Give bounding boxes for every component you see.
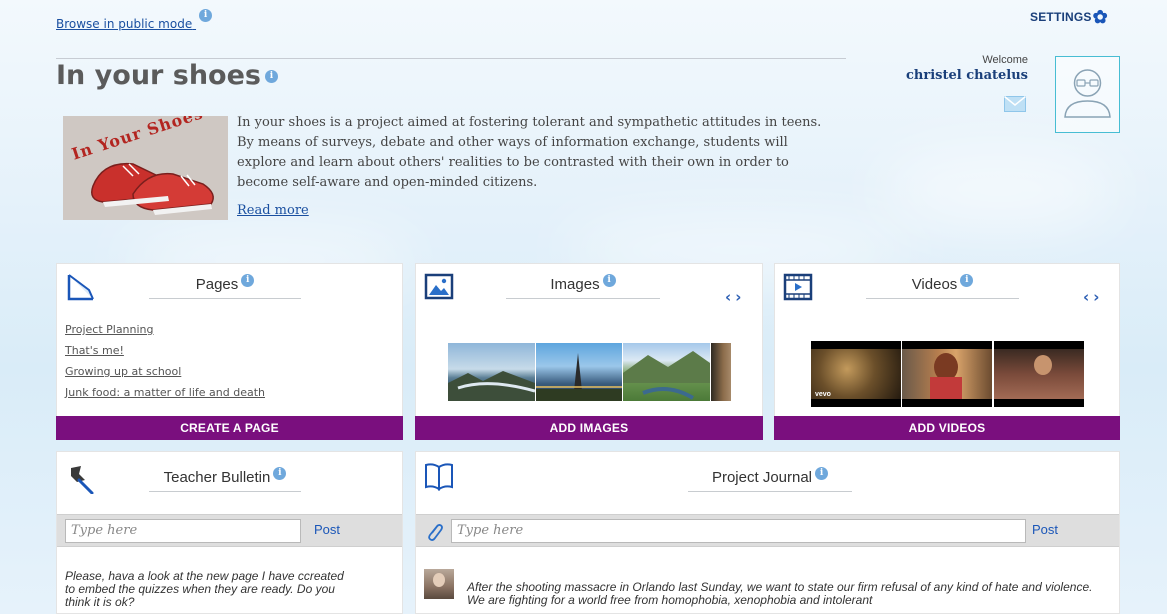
- journal-input[interactable]: Type here: [451, 519, 1026, 543]
- envelope-icon[interactable]: [1004, 96, 1026, 112]
- avatar: [424, 569, 454, 599]
- page-link-thats-me[interactable]: That's me!: [65, 340, 265, 361]
- videos-card-header: Videos i ‹›: [775, 264, 1119, 308]
- gear-icon: ✿: [1092, 7, 1108, 27]
- pages-card-title: Pages i: [149, 274, 301, 299]
- bulletin-card-title: Teacher Bulletin i: [149, 467, 301, 492]
- image-thumbnail[interactable]: [536, 343, 622, 401]
- pushpin-icon: [71, 466, 94, 494]
- info-icon[interactable]: i: [960, 274, 974, 287]
- page-link-project-planning[interactable]: Project Planning: [65, 319, 265, 340]
- welcome-label: Welcome: [982, 54, 1028, 66]
- browse-public-mode-link[interactable]: Browse in public mode i: [56, 9, 213, 31]
- add-videos-button[interactable]: ADD VIDEOS: [774, 416, 1120, 440]
- page-link-growing-up[interactable]: Growing up at school: [65, 361, 265, 382]
- user-avatar-icon: [1064, 69, 1111, 118]
- settings-button[interactable]: SETTINGS✿: [1030, 7, 1108, 27]
- page-icon: [67, 274, 94, 301]
- add-images-button[interactable]: ADD IMAGES: [415, 416, 763, 440]
- info-icon[interactable]: i: [241, 274, 255, 287]
- images-carousel-arrows: ‹›: [725, 288, 745, 306]
- videos-carousel-arrows: ‹›: [1083, 288, 1103, 306]
- pages-card-header: Pages i: [57, 264, 402, 308]
- journal-post-button[interactable]: Post: [1032, 522, 1058, 537]
- read-more-link[interactable]: Read more: [237, 203, 309, 218]
- videos-card-title: Videos i: [866, 274, 1019, 299]
- image-thumbnail[interactable]: [711, 343, 731, 401]
- project-title: In your shoes: [56, 60, 261, 91]
- project-journal-card: Project Journal i Type here Post After th…: [415, 451, 1120, 614]
- images-card-header: Images i ‹›: [416, 264, 762, 308]
- images-card: Images i ‹› ADD IMAGES: [415, 263, 763, 440]
- chevron-right-icon[interactable]: ›: [1093, 288, 1103, 306]
- bulletin-input[interactable]: Type here: [65, 519, 301, 543]
- film-icon: [783, 273, 813, 301]
- bulletin-card-header: Teacher Bulletin i: [57, 452, 402, 496]
- paperclip-icon[interactable]: [426, 521, 444, 543]
- bulletin-post-row: Type here Post: [57, 514, 402, 547]
- teacher-bulletin-card: Teacher Bulletin i Type here Post Please,…: [56, 451, 403, 614]
- chevron-left-icon[interactable]: ‹: [1083, 288, 1093, 306]
- page-link-junk-food[interactable]: Junk food: a matter of life and death: [65, 382, 265, 403]
- videos-title-text: Videos: [911, 276, 958, 293]
- journal-card-title: Project Journal i: [688, 467, 852, 492]
- journal-title-text: Project Journal: [711, 469, 813, 486]
- page-list: Project Planning That's me! Growing up a…: [65, 319, 265, 403]
- user-name-link[interactable]: christel chatelus: [890, 68, 1028, 83]
- image-thumbnail[interactable]: [623, 343, 710, 401]
- chevron-right-icon[interactable]: ›: [735, 288, 745, 306]
- info-icon[interactable]: i: [264, 70, 278, 83]
- avatar[interactable]: [1055, 56, 1120, 133]
- page-title: In your shoes i: [56, 60, 278, 91]
- pages-card: Pages i Project Planning That's me! Growi…: [56, 263, 403, 440]
- create-page-button[interactable]: CREATE A PAGE: [56, 416, 403, 440]
- video-thumbnail[interactable]: vevo: [811, 341, 901, 407]
- project-description: In your shoes is a project aimed at fost…: [237, 115, 822, 190]
- info-icon[interactable]: i: [273, 467, 287, 480]
- videos-card: Videos i ‹› vevo ADD VIDEOS: [774, 263, 1120, 440]
- info-icon[interactable]: i: [199, 9, 213, 22]
- journal-post-row: Type here Post: [416, 514, 1119, 547]
- info-icon[interactable]: i: [602, 274, 616, 287]
- video-thumbnail[interactable]: [902, 341, 992, 407]
- images-card-title: Images i: [506, 274, 660, 299]
- settings-label: SETTINGS: [1030, 10, 1092, 24]
- bulletin-title-text: Teacher Bulletin: [163, 469, 271, 486]
- book-icon: [425, 463, 453, 491]
- title-divider: [56, 58, 846, 59]
- video-watermark: vevo: [815, 391, 831, 398]
- video-thumbnail[interactable]: [994, 341, 1084, 407]
- image-icon: [424, 273, 454, 300]
- project-thumbnail: In Your Shoes: [63, 116, 228, 220]
- browse-public-label: Browse in public mode: [56, 17, 193, 31]
- pages-title-text: Pages: [195, 276, 239, 293]
- images-title-text: Images: [550, 276, 600, 293]
- journal-card-header: Project Journal i: [416, 452, 1119, 496]
- image-thumbnail[interactable]: [448, 343, 535, 401]
- bulletin-message: Please, hava a look at the new page I ha…: [65, 569, 344, 609]
- chevron-left-icon[interactable]: ‹: [725, 288, 735, 306]
- info-icon[interactable]: i: [815, 467, 829, 480]
- journal-message: After the shooting massacre in Orlando l…: [467, 580, 1093, 607]
- bulletin-post-button[interactable]: Post: [314, 522, 340, 537]
